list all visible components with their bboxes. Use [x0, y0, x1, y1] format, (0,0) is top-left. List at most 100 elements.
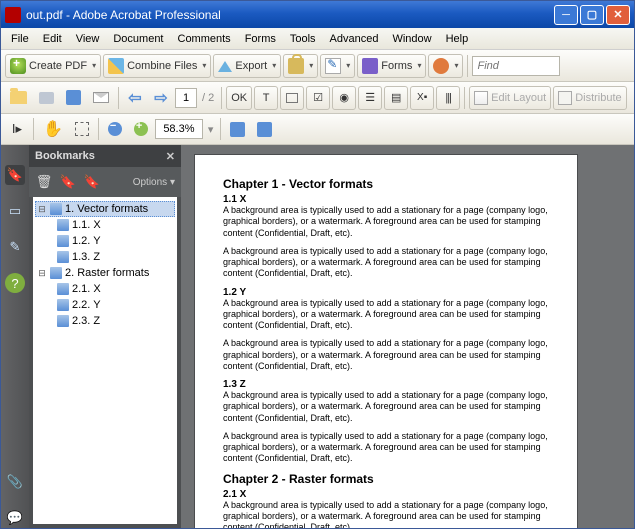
- email-button[interactable]: [88, 86, 114, 110]
- bookmark-label: 2. Raster formats: [65, 267, 149, 279]
- prev-page-button[interactable]: ⇦: [123, 86, 147, 110]
- new-bookmark-button[interactable]: 🔖: [59, 173, 77, 191]
- bookmark-node[interactable]: ⊟ 2. Raster formats: [35, 265, 175, 281]
- forms-button[interactable]: Forms: [357, 54, 426, 78]
- select-tool-button[interactable]: I▸: [5, 117, 29, 141]
- bookmarks-title: Bookmarks: [35, 150, 95, 162]
- menu-help[interactable]: Help: [440, 31, 475, 47]
- paragraph: A background area is typically used to a…: [223, 338, 549, 372]
- plus-icon: [10, 58, 26, 74]
- sign-button[interactable]: [320, 54, 355, 78]
- document-viewport[interactable]: Chapter 1 - Vector formats 1.1 X A backg…: [181, 145, 634, 528]
- combo-tool-button[interactable]: ☰: [358, 86, 382, 110]
- create-pdf-label: Create PDF: [29, 60, 87, 72]
- hand-tool-button[interactable]: ✋: [38, 117, 68, 141]
- bookmarks-options-button[interactable]: Options ▾: [133, 177, 175, 188]
- barcode-tool-button[interactable]: |||: [436, 86, 460, 110]
- find-input[interactable]: [472, 56, 560, 76]
- bookmarks-tab[interactable]: 🔖: [5, 165, 25, 185]
- menu-tools[interactable]: Tools: [284, 31, 322, 47]
- bookmark-node[interactable]: 1.3. Z: [35, 249, 175, 265]
- save-button[interactable]: [61, 86, 86, 110]
- toolbar-view: I▸ ✋ ▾: [1, 114, 634, 145]
- export-button[interactable]: Export: [213, 54, 281, 78]
- close-button[interactable]: ✕: [606, 5, 630, 25]
- menu-file[interactable]: File: [5, 31, 35, 47]
- open-button[interactable]: [5, 86, 32, 110]
- bookmark-label: 1.2. Y: [72, 235, 101, 247]
- checkbox-tool-button[interactable]: ☑: [306, 86, 330, 110]
- separator: [221, 87, 222, 109]
- text-icon: T: [263, 92, 270, 104]
- comments-tab[interactable]: 💬: [5, 508, 25, 528]
- bookmark-icon: [57, 219, 69, 231]
- signatures-tab[interactable]: ✎: [5, 237, 25, 257]
- plus-circle-icon: [134, 122, 148, 136]
- combine-icon: [108, 58, 124, 74]
- main-content: 🔖 ▭ ✎ ? 📎 💬 Bookmarks ✕ 🗑 🔖 🔖 Options ▾ …: [1, 145, 634, 528]
- bookmark-node[interactable]: 1.1. X: [35, 217, 175, 233]
- zoom-level-input[interactable]: [155, 119, 203, 139]
- ok-button[interactable]: OK: [226, 86, 252, 110]
- field-tool-button[interactable]: [280, 86, 304, 110]
- sidebar-strip: 🔖 ▭ ✎ ? 📎 💬: [1, 145, 29, 528]
- bookmark-node[interactable]: 2.1. X: [35, 281, 175, 297]
- bookmarks-toolbar: 🗑 🔖 🔖 Options ▾: [29, 167, 181, 197]
- zoom-dropdown[interactable]: ▾: [205, 123, 217, 136]
- combine-files-button[interactable]: Combine Files: [103, 54, 211, 78]
- marquee-icon: [75, 122, 89, 136]
- menu-window[interactable]: Window: [386, 31, 437, 47]
- separator: [220, 118, 221, 140]
- maximize-button[interactable]: ▢: [580, 5, 604, 25]
- close-panel-button[interactable]: ✕: [166, 150, 175, 163]
- secure-button[interactable]: [283, 54, 318, 78]
- list-tool-button[interactable]: ▤: [384, 86, 408, 110]
- marquee-zoom-button[interactable]: [70, 117, 94, 141]
- menu-comments[interactable]: Comments: [172, 31, 237, 47]
- bookmark-label: 2.3. Z: [72, 315, 100, 327]
- new-bookmark-from-struct-button[interactable]: 🔖: [83, 173, 101, 191]
- bookmark-icon: [57, 235, 69, 247]
- distribute-label: Distribute: [575, 92, 621, 104]
- bookmark-icon: [50, 203, 62, 215]
- radio-icon: ◉: [339, 91, 349, 104]
- edit-layout-button[interactable]: Edit Layout: [469, 86, 551, 110]
- menu-forms[interactable]: Forms: [239, 31, 282, 47]
- x-icon: X▪: [417, 92, 427, 103]
- zoom-out-button[interactable]: [103, 117, 127, 141]
- page-number-input[interactable]: [175, 88, 197, 108]
- create-pdf-button[interactable]: Create PDF: [5, 54, 101, 78]
- minimize-button[interactable]: ─: [554, 5, 578, 25]
- zoom-in-button[interactable]: [129, 117, 153, 141]
- menu-edit[interactable]: Edit: [37, 31, 68, 47]
- distribute-button[interactable]: Distribute: [553, 86, 626, 110]
- bookmark-node[interactable]: ⊟ 1. Vector formats: [35, 201, 175, 217]
- x-tool-button[interactable]: X▪: [410, 86, 434, 110]
- collapse-icon[interactable]: ⊟: [37, 268, 47, 279]
- pages-tab[interactable]: ▭: [5, 201, 25, 221]
- bookmark-node[interactable]: 2.2. Y: [35, 297, 175, 313]
- help-tab[interactable]: ?: [5, 273, 25, 293]
- page-total-label: / 2: [199, 92, 217, 104]
- menu-advanced[interactable]: Advanced: [324, 31, 385, 47]
- text-tool-button[interactable]: T: [254, 86, 278, 110]
- radio-tool-button[interactable]: ◉: [332, 86, 356, 110]
- review-button[interactable]: [428, 54, 463, 78]
- layout-icon: [230, 122, 245, 137]
- layout-1-button[interactable]: [225, 117, 250, 141]
- print-button[interactable]: [34, 86, 59, 110]
- menu-document[interactable]: Document: [107, 31, 169, 47]
- paragraph: A background area is typically used to a…: [223, 205, 549, 239]
- layout-2-button[interactable]: [252, 117, 277, 141]
- delete-bookmark-button[interactable]: 🗑: [35, 173, 53, 191]
- toolbar-file: ⇦ ⇨ / 2 OK T ☑ ◉ ☰ ▤ X▪ ||| Edit Layout …: [1, 82, 634, 114]
- bookmark-node[interactable]: 1.2. Y: [35, 233, 175, 249]
- chapter-heading: Chapter 1 - Vector formats: [223, 177, 549, 191]
- attachments-tab[interactable]: 📎: [5, 472, 25, 492]
- next-page-button[interactable]: ⇨: [149, 86, 173, 110]
- forms-label: Forms: [381, 60, 412, 72]
- menu-view[interactable]: View: [70, 31, 106, 47]
- bookmark-node[interactable]: 2.3. Z: [35, 313, 175, 329]
- lock-icon: [288, 58, 304, 74]
- collapse-icon[interactable]: ⊟: [37, 204, 47, 215]
